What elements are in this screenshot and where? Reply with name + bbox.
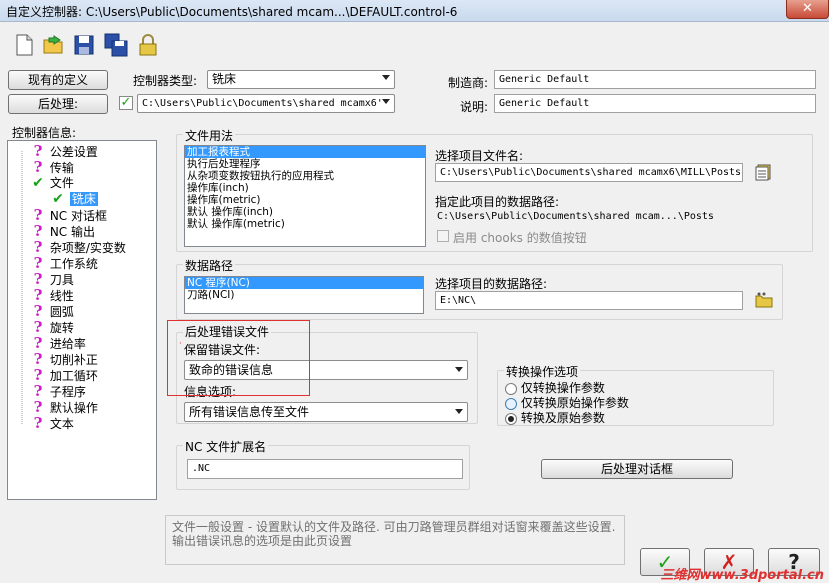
list-item[interactable]: 加工报表程式	[185, 146, 425, 158]
list-item[interactable]: 刀路(NCI)	[185, 289, 423, 301]
controller-tree[interactable]: ? 公差设置 ? 传输 ✔ 文件 ✔ 铣床 ? NC 对话框 ? NC 输出 ?…	[7, 140, 157, 500]
list-item[interactable]: 默认 操作库(inch)	[185, 206, 425, 218]
tree-item[interactable]: ? 圆弧	[30, 303, 74, 319]
chooks-label: 启用 chooks 的数值按钮	[453, 231, 587, 245]
help-text: 文件一般设置 - 设置默认的文件及路径. 可由刀路管理员群组对话窗来覆盖这些设置…	[165, 515, 625, 565]
window-title: 自定义控制器: C:\Users\Public\Documents\shared…	[6, 5, 458, 19]
question-icon: ?	[33, 222, 43, 240]
select-file-input[interactable]: C:\Users\Public\Documents\shared mcamx6\…	[435, 163, 743, 182]
info-option-select[interactable]: 所有错误信息传至文件	[184, 402, 468, 422]
chooks-checkbox[interactable]	[437, 230, 449, 242]
file-usage-list[interactable]: 加工报表程式 执行后处理程序 从杂项变数按钮执行的应用程式 操作库(inch) …	[184, 145, 426, 247]
chevron-down-icon	[455, 367, 463, 372]
list-item[interactable]: 执行后处理程序	[185, 158, 425, 170]
list-item[interactable]: 操作库(inch)	[185, 182, 425, 194]
question-icon: ?	[33, 398, 43, 416]
post-button[interactable]: 后处理:	[8, 94, 108, 114]
tree-item[interactable]: ? 默认操作	[30, 399, 98, 415]
tree-item-selected[interactable]: ✔ 铣床	[50, 191, 98, 207]
tree-item[interactable]: ? 传输	[30, 159, 74, 175]
data-path-title: 数据路径	[183, 257, 236, 274]
open-icon[interactable]	[42, 33, 66, 57]
post-path-select[interactable]: C:\Users\Public\Documents\shared mcamx6'	[137, 94, 395, 113]
post-check-icon: ✓	[119, 95, 133, 110]
save-all-icon[interactable]	[104, 33, 128, 57]
highlight-box	[167, 320, 310, 396]
controller-type-select[interactable]: 铣床	[207, 70, 395, 89]
question-icon: ?	[33, 158, 43, 176]
nc-ext-title: NC 文件扩展名	[183, 438, 269, 455]
post-dialog-button[interactable]: 后处理对话框	[541, 459, 733, 479]
data-path-label: 指定此项目的数据路径:	[435, 195, 560, 209]
convert-ops-title: 转换操作选项	[504, 363, 581, 380]
data-path-list[interactable]: NC 程序(NC) 刀路(NCI)	[184, 276, 424, 314]
post-path-value: C:\Users\Public\Documents\shared mcamx6'	[142, 98, 383, 109]
question-icon: ?	[33, 238, 43, 256]
info-option-value: 所有错误信息传至文件	[189, 405, 310, 419]
check-icon: ✔	[32, 175, 44, 191]
file-usage-title: 文件用法	[183, 127, 236, 144]
tree-item[interactable]: ? 文本	[30, 415, 74, 431]
select-data-path-input[interactable]: E:\NC\	[435, 291, 743, 310]
browse-file-icon[interactable]	[754, 163, 772, 181]
tree-item[interactable]: ? 刀具	[30, 271, 74, 287]
maker-input[interactable]: Generic Default	[494, 70, 816, 89]
tree-item[interactable]: ? 杂项整/实变数	[30, 239, 126, 255]
question-icon: ?	[33, 254, 43, 272]
tree-item[interactable]: ? 线性	[30, 287, 74, 303]
controller-type-value: 铣床	[212, 72, 237, 86]
select-file-label: 选择项目文件名:	[435, 149, 524, 163]
tree-item[interactable]: ? 子程序	[30, 383, 86, 399]
nc-ext-input[interactable]: .NC	[187, 459, 463, 479]
new-icon[interactable]	[12, 33, 36, 57]
radio-icon	[505, 397, 517, 410]
radio-selected-icon	[505, 412, 517, 425]
check-icon: ✔	[52, 191, 64, 207]
list-item[interactable]: 操作库(metric)	[185, 194, 425, 206]
question-icon: ?	[33, 334, 43, 352]
tree-item[interactable]: ✔ 文件	[30, 175, 74, 191]
lock-icon[interactable]	[136, 33, 160, 57]
question-icon: ?	[33, 382, 43, 400]
select-data-path-label: 选择项目的数据路径:	[435, 277, 548, 291]
question-icon: ?	[33, 366, 43, 384]
chevron-down-icon	[455, 409, 463, 414]
tree-item[interactable]: ? 公差设置	[30, 143, 98, 159]
tree-item[interactable]: ? 切削补正	[30, 351, 98, 367]
title-bar: 自定义控制器: C:\Users\Public\Documents\shared…	[0, 0, 829, 22]
browse-folder-icon[interactable]	[754, 291, 774, 309]
tree-item[interactable]: ? NC 对话框	[30, 207, 107, 223]
controller-info-label: 控制器信息:	[12, 126, 77, 140]
list-item[interactable]: 从杂项变数按钮执行的应用程式	[185, 170, 425, 182]
description-label: 说明:	[460, 100, 489, 114]
controller-type-label: 控制器类型:	[133, 74, 198, 88]
convert-ops-radio-3[interactable]: 转换及原始参数	[505, 409, 605, 426]
question-icon: ?	[33, 302, 43, 320]
question-icon: ?	[33, 350, 43, 368]
tree-item[interactable]: ? 进给率	[30, 335, 86, 351]
watermark: 三维网www.3dportal.cn	[660, 568, 824, 583]
question-icon: ?	[33, 414, 43, 432]
close-button[interactable]: ✕	[786, 0, 829, 19]
radio-icon	[505, 382, 517, 395]
tree-item[interactable]: ? NC 输出	[30, 223, 95, 239]
question-icon: ?	[33, 270, 43, 288]
list-item[interactable]: 默认 操作库(metric)	[185, 218, 425, 230]
tree-item[interactable]: ? 工作系统	[30, 255, 98, 271]
current-definition-button[interactable]: 现有的定义	[8, 70, 108, 90]
description-input[interactable]: Generic Default	[494, 94, 816, 113]
tree-item[interactable]: ? 旋转	[30, 319, 74, 335]
question-icon: ?	[33, 142, 43, 160]
save-icon[interactable]	[72, 33, 96, 57]
question-icon: ?	[33, 206, 43, 224]
chevron-down-icon	[382, 99, 390, 104]
data-path-value: C:\Users\Public\Documents\shared mcam...…	[437, 211, 714, 222]
tree-item[interactable]: ? 加工循环	[30, 367, 98, 383]
highlight-dot: ·	[179, 339, 182, 349]
chevron-down-icon	[382, 75, 390, 80]
question-icon: ?	[33, 286, 43, 304]
maker-label: 制造商:	[448, 76, 489, 90]
list-item[interactable]: NC 程序(NC)	[185, 277, 423, 289]
question-icon: ?	[33, 318, 43, 336]
